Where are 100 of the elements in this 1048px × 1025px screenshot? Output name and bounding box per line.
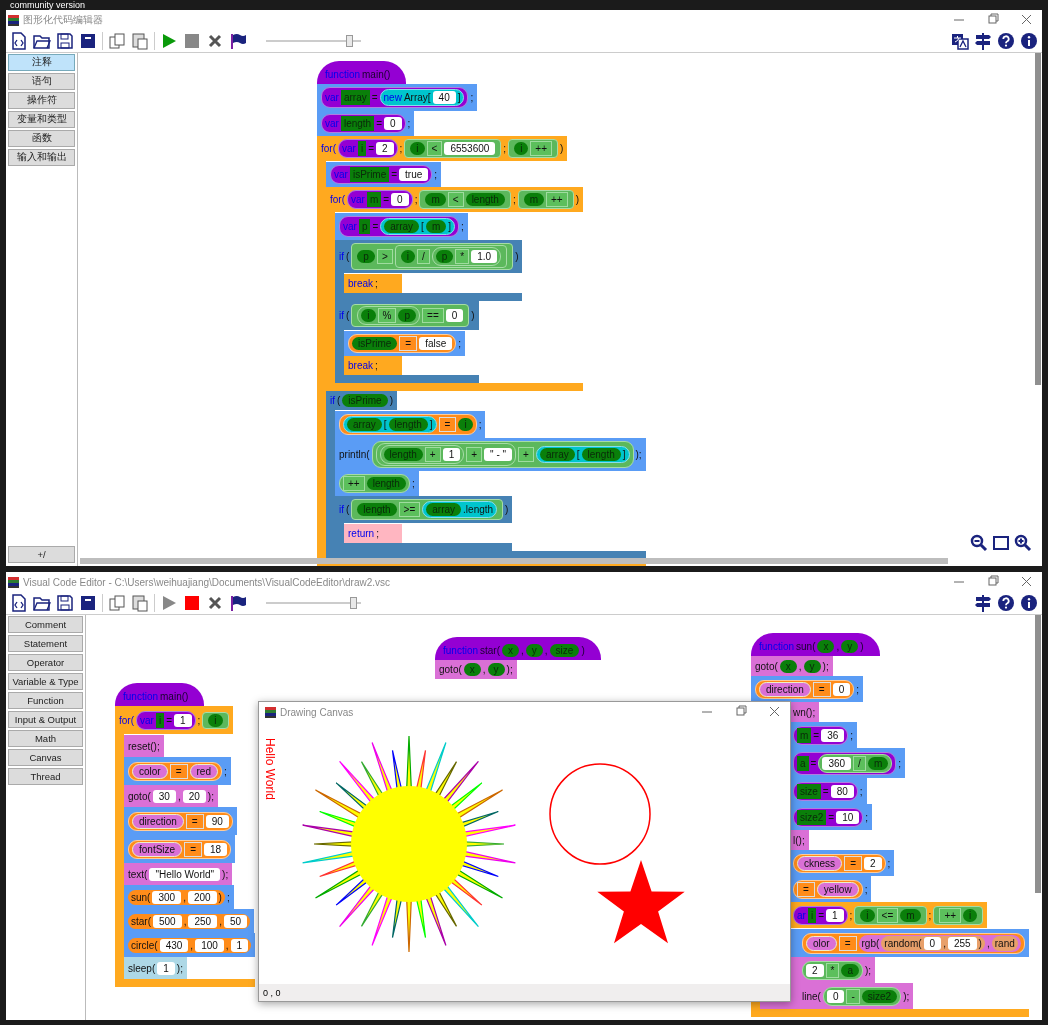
code-text: ) [218, 891, 222, 904]
code-text: , [482, 663, 486, 676]
code-text: ) [978, 937, 982, 950]
value-field[interactable]: 1 [826, 909, 844, 922]
value-field[interactable]: 0 [923, 937, 942, 950]
value-field[interactable]: 300 [152, 891, 182, 904]
code-text: ; [512, 193, 516, 206]
value-field[interactable]: 250 [188, 915, 218, 928]
category-button[interactable]: 注释 [8, 54, 75, 71]
value-field[interactable]: 2 [376, 142, 394, 155]
code-text: ] [622, 448, 626, 461]
code-text: ); [506, 663, 513, 676]
code-text: .length [463, 503, 494, 516]
variable-pill: i [860, 909, 875, 922]
code-text: , [225, 939, 229, 952]
value-field[interactable]: 80 [830, 785, 854, 798]
keyword: new [383, 91, 402, 104]
value-field[interactable]: 0 [826, 990, 845, 1003]
keyword: function [123, 690, 159, 703]
code-text: [ [421, 220, 424, 233]
value-field[interactable]: 100 [195, 939, 224, 952]
operator-slot: = [438, 417, 457, 432]
category-button[interactable]: Input & Output [8, 711, 83, 728]
category-button[interactable]: Function [8, 692, 83, 709]
value-field[interactable]: 0 [832, 683, 851, 696]
value-field[interactable]: 0 [445, 309, 464, 322]
variable-pill: a [841, 964, 860, 977]
category-button[interactable]: Variable & Type [8, 673, 83, 690]
value-field[interactable]: 2 [806, 964, 824, 977]
value-field[interactable]: 18 [204, 843, 228, 856]
operator-slot: = [812, 682, 831, 697]
value-field[interactable]: 1.0 [471, 250, 498, 263]
category-button[interactable]: 函数 [8, 130, 75, 147]
value-field[interactable]: true [399, 168, 429, 181]
category-button[interactable]: Operator [8, 654, 83, 671]
variable-pill: size2 [861, 990, 898, 1003]
value-field[interactable]: 40 [432, 91, 456, 104]
value-field[interactable]: "Hello World" [149, 868, 221, 881]
value-field[interactable]: 20 [182, 790, 206, 803]
category-button[interactable]: 变量和类型 [8, 111, 75, 128]
category-button[interactable]: 语句 [8, 73, 75, 90]
code-text: sun( [796, 640, 816, 653]
value-field[interactable]: 2 [863, 857, 882, 870]
value-field[interactable]: 1 [230, 939, 249, 952]
code-text: , [986, 937, 990, 950]
code-text: line( [802, 990, 821, 1003]
value-field[interactable]: 430 [159, 939, 189, 952]
value-field[interactable]: 1 [174, 714, 192, 727]
code-text: ; [458, 337, 462, 350]
value-field[interactable]: false [419, 337, 453, 350]
variable-pill: array [347, 418, 382, 431]
code-text: , [521, 644, 524, 657]
operator-slot: < [426, 141, 443, 156]
add-button[interactable]: +/ [8, 546, 75, 563]
category-button[interactable]: 操作符 [8, 92, 75, 109]
category-button[interactable]: Statement [8, 635, 83, 652]
banner-text: community version [9, 0, 87, 10]
operator-slot: = [838, 936, 857, 951]
value-field[interactable]: 0 [391, 193, 409, 206]
code-text: ); [176, 962, 183, 975]
value-field[interactable]: 36 [821, 729, 845, 742]
operator-slot: < [447, 192, 464, 207]
code-text: reset(); [128, 740, 160, 753]
code-text: ; [928, 909, 932, 922]
code-text: ; [864, 883, 868, 896]
value-field[interactable]: 30 [152, 790, 176, 803]
value-field[interactable]: 360 [822, 757, 852, 770]
category-button[interactable]: Comment [8, 616, 83, 633]
category-button[interactable]: Canvas [8, 749, 83, 766]
keyword: var [325, 117, 339, 130]
value-field[interactable]: " - " [484, 448, 513, 461]
category-button[interactable]: 输入和输出 [8, 149, 75, 166]
code-text: ) [389, 394, 394, 407]
value-field[interactable]: 10 [836, 811, 860, 824]
value-field[interactable]: 1 [442, 448, 461, 461]
category-button[interactable]: Thread [8, 768, 83, 785]
operator-slot: == [422, 308, 444, 323]
variable-pill: i [361, 309, 376, 322]
operator-slot: + [424, 447, 441, 462]
value-field[interactable]: 6553600 [444, 142, 496, 155]
variable-pill: m [900, 909, 921, 922]
code-text: ( [346, 309, 350, 322]
property-pill: direction [759, 682, 811, 697]
value-field[interactable]: 90 [205, 815, 229, 828]
category-button[interactable]: Math [8, 730, 83, 747]
value-field[interactable]: 0 [384, 117, 402, 130]
value-field[interactable]: 1 [157, 962, 175, 975]
code-text: main() [362, 68, 391, 81]
variable-name: array [340, 90, 370, 105]
value-field[interactable]: 255 [947, 937, 977, 950]
variable-pill: x [817, 640, 835, 653]
keyword: break [348, 359, 373, 372]
code-text: ; [478, 418, 482, 431]
value-field[interactable]: 50 [223, 915, 248, 928]
window-title: 图形化代码编辑器 [23, 13, 104, 27]
code-text: ) [505, 503, 509, 516]
code-text: ; [434, 168, 438, 181]
value-field[interactable]: 500 [153, 915, 182, 928]
value-field[interactable]: 200 [187, 891, 217, 904]
code-text: Array[ [403, 91, 431, 104]
